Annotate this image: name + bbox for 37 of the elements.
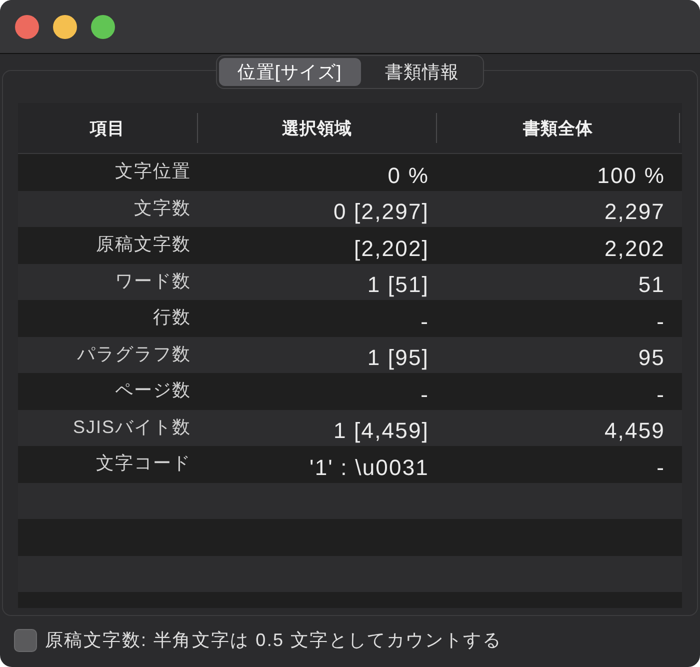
row-label: 行数 <box>153 306 191 329</box>
table-cell: 100 % <box>597 162 665 188</box>
table-cell: 1 [4,459] <box>333 418 429 444</box>
row-label: 文字コード <box>96 452 191 475</box>
table-cell: - <box>420 308 429 334</box>
table-cell: 0 [2,297] <box>333 199 429 225</box>
table-cell: [2,202] <box>354 236 429 262</box>
zoom-button[interactable] <box>91 14 115 38</box>
tab[interactable]: 位置[サイズ] <box>218 58 361 86</box>
table-cell: - <box>656 308 665 334</box>
column-header[interactable]: 書類全体 <box>437 113 680 143</box>
table-cell: 4,459 <box>604 418 665 444</box>
table-cell: - <box>656 454 665 480</box>
table-cell: 51 <box>638 272 665 298</box>
row-label: 原稿文字数 <box>96 233 191 256</box>
tab[interactable]: 書類情報 <box>362 58 482 86</box>
table-cell: 95 <box>638 345 665 371</box>
column-header[interactable]: 選択領域 <box>198 113 437 143</box>
table-cell: 1 [95] <box>367 345 429 371</box>
table-cell: - <box>420 382 429 408</box>
column-header[interactable]: 項目 <box>18 113 198 143</box>
table-cell: '1' : \u0031 <box>310 454 429 480</box>
table-cell: 0 % <box>388 162 429 188</box>
table-cell: 1 [51] <box>367 272 429 298</box>
table-cell: 2,297 <box>604 199 665 225</box>
row-label: SJISバイト数 <box>72 416 191 438</box>
row-label: ワード数 <box>115 270 191 292</box>
minimize-button[interactable] <box>53 14 77 38</box>
row-label: 文字数 <box>134 196 191 220</box>
checkbox-label: 原稿文字数: 半角文字は 0.5 文字としてカウントする <box>45 629 502 652</box>
checkbox[interactable] <box>14 628 37 652</box>
table-cell: 2,202 <box>604 236 665 262</box>
row-label: パラグラフ数 <box>77 342 191 366</box>
row-label: ページ数 <box>115 379 191 402</box>
row-label: 文字位置 <box>115 160 191 183</box>
close-button[interactable] <box>15 14 39 38</box>
table-cell: - <box>656 382 665 408</box>
